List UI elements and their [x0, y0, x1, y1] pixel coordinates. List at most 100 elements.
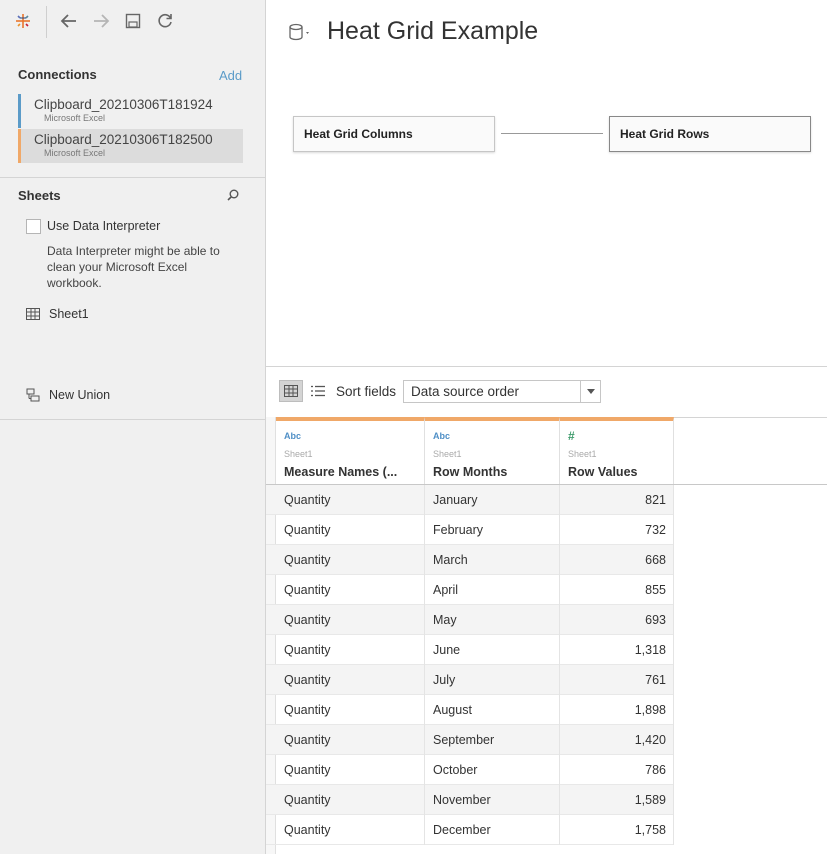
table-row: Quantity June 1,318	[266, 635, 674, 665]
cell-row-month: April	[425, 575, 560, 605]
column-name[interactable]: Row Months	[433, 465, 507, 479]
back-arrow-icon[interactable]	[58, 10, 80, 32]
table-heat-grid-rows[interactable]: Heat Grid Rows	[609, 116, 811, 152]
cell-row-value: 1,420	[560, 725, 674, 755]
cell-row-value: 1,758	[560, 815, 674, 845]
sort-fields-dropdown[interactable]: Data source order	[403, 380, 601, 403]
datasource-menu-icon[interactable]	[288, 22, 314, 44]
connection-name: Clipboard_20210306T181924	[34, 97, 213, 112]
cell-row-value: 1,318	[560, 635, 674, 665]
search-icon[interactable]	[226, 188, 240, 202]
data-interpreter-label: Use Data Interpreter	[47, 219, 161, 233]
datasource-title[interactable]: Heat Grid Example	[327, 17, 538, 46]
column-header[interactable]: Abc Sheet1 Row Months	[425, 417, 560, 485]
column-source: Sheet1	[568, 449, 597, 459]
connection-type: Microsoft Excel	[44, 148, 106, 158]
column-header[interactable]: Abc Sheet1 Measure Names (...	[276, 417, 425, 485]
connection-item[interactable]: Clipboard_20210306T181924 Microsoft Exce…	[18, 94, 243, 128]
union-icon	[26, 388, 40, 402]
new-union-item[interactable]: New Union	[26, 386, 110, 404]
cell-row-value: 1,898	[560, 695, 674, 725]
cell-row-month: June	[425, 635, 560, 665]
tableau-logo-icon[interactable]	[12, 10, 34, 32]
cell-row-month: February	[425, 515, 560, 545]
toolbar	[0, 0, 266, 44]
column-source: Sheet1	[284, 449, 313, 459]
list-view-icon[interactable]	[308, 380, 328, 402]
relationship-line[interactable]	[501, 133, 603, 134]
panel-divider	[0, 177, 266, 178]
cell-measure-name: Quantity	[276, 515, 425, 545]
cell-row-month: August	[425, 695, 560, 725]
sheets-title: Sheets	[18, 188, 61, 203]
column-name[interactable]: Row Values	[568, 465, 637, 479]
panel-divider	[0, 419, 266, 420]
cell-measure-name: Quantity	[276, 605, 425, 635]
cell-row-month: September	[425, 725, 560, 755]
cell-row-value: 855	[560, 575, 674, 605]
cell-row-value: 693	[560, 605, 674, 635]
left-panel: Connections Add Clipboard_20210306T18192…	[0, 0, 266, 854]
column-source: Sheet1	[433, 449, 462, 459]
table-row: Quantity October 786	[266, 755, 674, 785]
cell-row-value: 821	[560, 485, 674, 515]
string-type-icon[interactable]: Abc	[433, 431, 450, 441]
data-interpreter-checkbox[interactable]	[26, 219, 41, 234]
column-name[interactable]: Measure Names (...	[284, 465, 397, 479]
refresh-icon[interactable]	[154, 10, 176, 32]
canvas-divider[interactable]	[266, 366, 827, 367]
cell-row-value: 786	[560, 755, 674, 785]
cell-row-month: December	[425, 815, 560, 845]
cell-measure-name: Quantity	[276, 725, 425, 755]
sheet-label: Sheet1	[49, 307, 89, 321]
cell-measure-name: Quantity	[276, 755, 425, 785]
grid-view-icon[interactable]	[279, 380, 303, 402]
add-connection-link[interactable]: Add	[219, 68, 242, 83]
data-interpreter-description: Data Interpreter might be able to clean …	[47, 244, 220, 290]
string-type-icon[interactable]: Abc	[284, 431, 301, 441]
toolbar-separator	[46, 6, 47, 38]
sheet-table-icon	[26, 308, 40, 320]
new-union-label: New Union	[49, 388, 111, 402]
table-row: Quantity May 693	[266, 605, 674, 635]
cell-measure-name: Quantity	[276, 635, 425, 665]
sort-fields-label: Sort fields	[336, 384, 397, 399]
connection-name: Clipboard_20210306T182500	[34, 132, 213, 147]
cell-row-value: 1,589	[560, 785, 674, 815]
cell-measure-name: Quantity	[276, 665, 425, 695]
table-row: Quantity February 732	[266, 515, 674, 545]
connection-item-selected[interactable]: Clipboard_20210306T182500 Microsoft Exce…	[18, 129, 243, 163]
table-row: Quantity March 668	[266, 545, 674, 575]
cell-row-month: October	[425, 755, 560, 785]
column-header[interactable]: # Sheet1 Row Values	[560, 417, 674, 485]
table-row: Quantity September 1,420	[266, 725, 674, 755]
table-row: Quantity November 1,589	[266, 785, 674, 815]
cell-row-month: May	[425, 605, 560, 635]
forward-arrow-icon[interactable]	[90, 10, 112, 32]
table-heat-grid-columns[interactable]: Heat Grid Columns	[293, 116, 495, 152]
cell-measure-name: Quantity	[276, 695, 425, 725]
table-row: Quantity January 821	[266, 485, 674, 515]
cell-row-value: 668	[560, 545, 674, 575]
connections-title: Connections	[18, 67, 97, 82]
cell-measure-name: Quantity	[276, 545, 425, 575]
table-row: Quantity August 1,898	[266, 695, 674, 725]
cell-row-month: November	[425, 785, 560, 815]
save-icon[interactable]	[122, 10, 144, 32]
table-row: Quantity December 1,758	[266, 815, 674, 845]
cell-row-value: 761	[560, 665, 674, 695]
cell-measure-name: Quantity	[276, 575, 425, 605]
cell-row-month: January	[425, 485, 560, 515]
cell-measure-name: Quantity	[276, 785, 425, 815]
table-row: Quantity July 761	[266, 665, 674, 695]
sort-fields-value: Data source order	[411, 384, 520, 399]
number-type-icon[interactable]: #	[568, 429, 575, 443]
cell-row-value: 732	[560, 515, 674, 545]
table-row: Quantity April 855	[266, 575, 674, 605]
connection-type: Microsoft Excel	[44, 113, 106, 123]
chevron-down-icon	[580, 381, 600, 402]
cell-row-month: July	[425, 665, 560, 695]
cell-measure-name: Quantity	[276, 815, 425, 845]
cell-measure-name: Quantity	[276, 485, 425, 515]
sheet-item[interactable]: Sheet1	[26, 305, 89, 323]
